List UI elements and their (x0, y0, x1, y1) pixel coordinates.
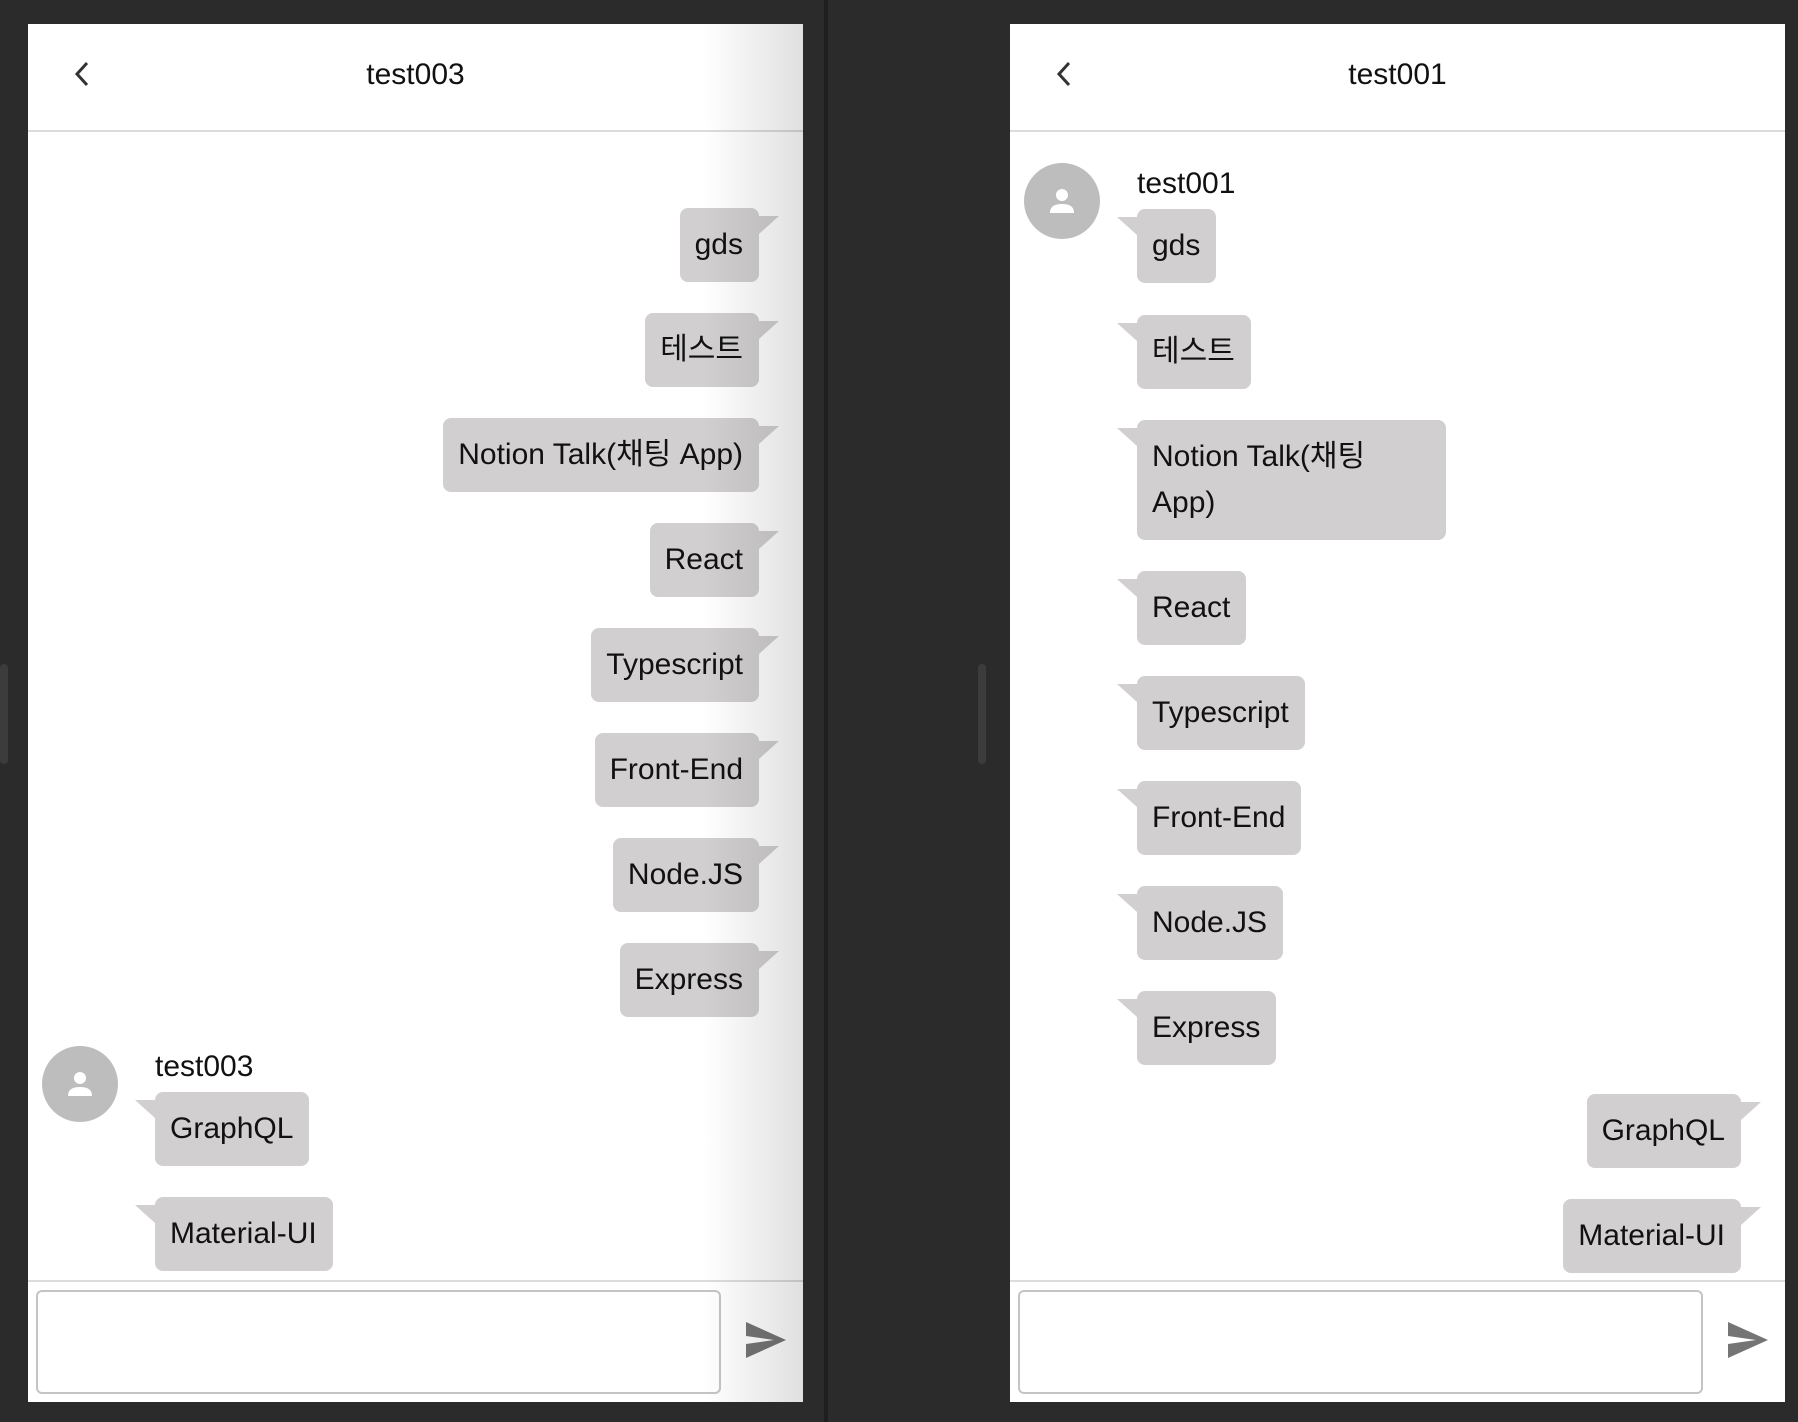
chat-title: test003 (366, 58, 465, 91)
person-icon (1050, 189, 1074, 213)
window-divider (824, 0, 828, 1422)
avatar[interactable] (42, 1046, 118, 1122)
sent-message: Notion Talk(채팅 App) (443, 418, 779, 492)
person-icon (68, 1072, 92, 1096)
chat-title: test001 (1348, 58, 1447, 91)
sent-message: gds (679, 208, 780, 282)
sender-name: test003 (155, 1050, 254, 1083)
message-list: test001 gds 테스트 Notion Talk(채팅 App) Reac… (1010, 132, 1785, 1302)
sent-message: Material-UI (1563, 1199, 1761, 1273)
send-icon (746, 1322, 786, 1358)
received-message: Typescript (1117, 676, 1305, 750)
composer (28, 1280, 803, 1402)
chat-header: test003 (28, 24, 803, 132)
sent-message: 테스트 (645, 313, 779, 387)
received-message: Material-UI (135, 1197, 333, 1271)
received-message: GraphQL (134, 1092, 310, 1166)
resize-grip-left[interactable] (0, 664, 8, 764)
chat-window-left: test003 gds 테스트 Notion Talk(채팅 App) Reac… (28, 24, 803, 1402)
message-input[interactable] (36, 1290, 721, 1394)
received-message: Front-End (1116, 781, 1302, 855)
chat-window-right: test001 test001 gds 테스트 Notion Talk(채팅 A… (1010, 24, 1785, 1402)
message-input[interactable] (1018, 1290, 1703, 1394)
received-message: Notion Talk(채팅 App) (1117, 420, 1446, 540)
sent-message: GraphQL (1586, 1094, 1762, 1168)
sent-message: Front-End (594, 733, 780, 807)
received-message: gds (1116, 209, 1217, 283)
sent-message: Typescript (591, 628, 779, 702)
message-list: gds 테스트 Notion Talk(채팅 App) React Typesc… (28, 132, 803, 1302)
composer (1010, 1280, 1785, 1402)
sender-name: test001 (1137, 167, 1236, 200)
received-message: React (1116, 571, 1247, 645)
received-message: 테스트 (1117, 315, 1251, 389)
sent-message: React (649, 523, 780, 597)
avatar[interactable] (1024, 163, 1100, 239)
send-button[interactable] (738, 1312, 794, 1368)
send-icon (1728, 1322, 1768, 1358)
received-message: Node.JS (1116, 886, 1284, 960)
chat-header: test001 (1010, 24, 1785, 132)
received-message: Express (1116, 991, 1277, 1065)
sent-message: Express (619, 943, 780, 1017)
sent-message: Node.JS (612, 838, 780, 912)
resize-grip-center[interactable] (978, 664, 986, 764)
send-button[interactable] (1720, 1312, 1776, 1368)
